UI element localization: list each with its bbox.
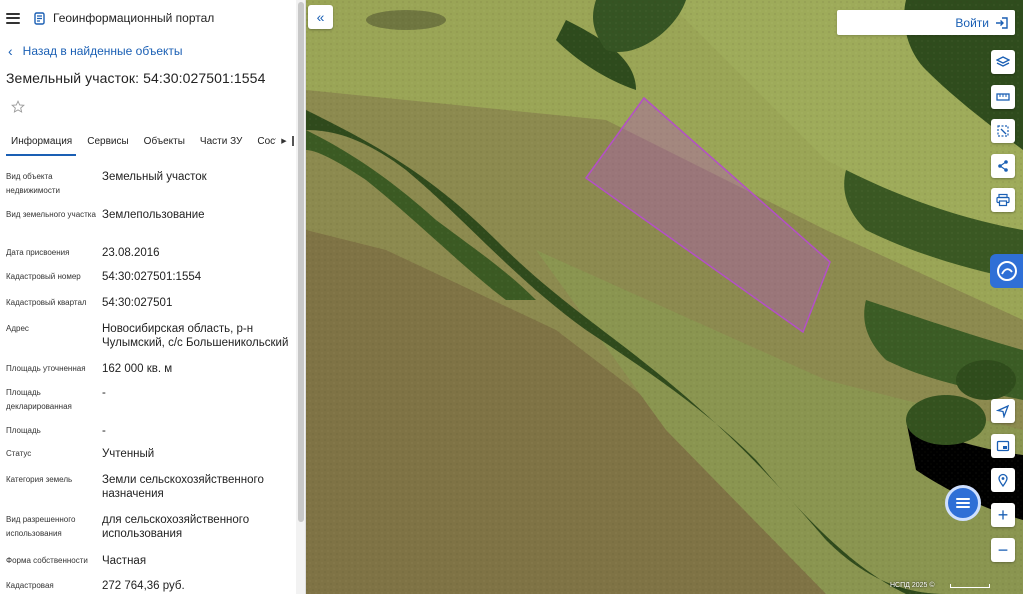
property-label: Вид земельного участка — [6, 210, 96, 219]
map-pin-icon — [998, 473, 1008, 487]
property-label: Вид разрешенного использования — [6, 515, 76, 538]
area-select-icon — [997, 125, 1009, 137]
layers-icon — [996, 56, 1010, 67]
zoom-in-button[interactable]: + — [991, 503, 1015, 527]
property-label: Форма собственности — [6, 556, 88, 565]
back-to-results-link[interactable]: ‹ Назад в найденные объекты — [8, 44, 183, 58]
map-scale-bar — [950, 584, 990, 588]
property-value: для сельскохозяйственного использования — [102, 514, 250, 540]
chat-assistant-button[interactable] — [945, 485, 981, 521]
tab-objects[interactable]: Объекты — [144, 132, 185, 156]
map-copyright: НСПД 2025 © — [890, 582, 935, 589]
top-bar: Геоинформационный портал — [0, 0, 305, 36]
minus-icon: − — [997, 539, 1009, 560]
support-chat-tab[interactable] — [990, 254, 1023, 288]
property-value: Земли сельскохозяйственного назначения — [102, 474, 264, 500]
satellite-map[interactable]: НСПД 2025 © — [306, 0, 1023, 594]
menu-icon[interactable] — [6, 12, 20, 24]
property-value: - — [102, 387, 106, 399]
property-value: - — [102, 425, 106, 437]
ruler-icon — [996, 93, 1010, 101]
property-label: Статус — [6, 449, 32, 458]
portal-title: Геоинформационный портал — [53, 11, 215, 25]
share-button[interactable] — [991, 154, 1015, 178]
measure-button[interactable] — [991, 85, 1015, 109]
back-link-label: Назад в найденные объекты — [22, 44, 183, 58]
chat-bubble-icon — [996, 261, 1017, 281]
property-label: Вид объекта недвижимости — [6, 172, 60, 195]
layers-button[interactable] — [991, 50, 1015, 74]
tab-scroll-divider — [292, 136, 294, 146]
property-value: Земельный участок — [102, 171, 207, 183]
tab-information[interactable]: Информация — [5, 132, 77, 156]
collapse-panel-button[interactable]: « — [308, 5, 333, 29]
map-imagery — [306, 0, 1023, 594]
geolocate-button[interactable] — [991, 399, 1015, 423]
print-button[interactable] — [991, 188, 1015, 212]
favorite-star-icon[interactable] — [11, 100, 25, 114]
pin-location-button[interactable] — [991, 468, 1015, 492]
plus-icon: + — [997, 504, 1009, 525]
property-label: Дата присвоения — [6, 248, 70, 257]
property-label: Площадь уточненная — [6, 364, 86, 373]
property-label: Кадастровый квартал — [6, 298, 87, 307]
tab-services[interactable]: Сервисы — [87, 132, 128, 156]
property-value: 54:30:027501:1554 — [102, 271, 202, 283]
object-title: Земельный участок: 54:30:027501:1554 — [6, 70, 266, 86]
login-icon — [996, 16, 1008, 29]
property-value: 162 000 кв. м — [102, 363, 173, 375]
property-label: Кадастровый номер — [6, 272, 81, 281]
navigation-arrow-icon — [996, 404, 1010, 418]
property-label: Кадастровая — [6, 581, 54, 590]
property-value: Частная — [102, 555, 147, 567]
printer-icon — [996, 193, 1010, 207]
tab-scroll-right-icon[interactable]: ▶ — [276, 133, 292, 149]
property-label: Площадь декларированная — [6, 388, 72, 411]
property-value: Землепользование — [102, 209, 205, 221]
property-label: Площадь — [6, 426, 41, 435]
chat-lines-icon — [956, 496, 970, 510]
property-value: 23.08.2016 — [102, 247, 160, 259]
share-icon — [998, 160, 1008, 172]
minimap-icon — [996, 440, 1010, 452]
property-label: Категория земель — [6, 475, 73, 484]
panel-scrollbar-thumb[interactable] — [298, 2, 304, 522]
login-button[interactable]: Войти — [837, 10, 1015, 35]
tab-bar: Информация Сервисы Объекты Части ЗУ Сост… — [0, 132, 296, 156]
property-label: Адрес — [6, 324, 29, 333]
login-label: Войти — [955, 15, 989, 30]
property-value: 54:30:027501 — [102, 297, 173, 309]
tab-parcel-parts[interactable]: Части ЗУ — [200, 132, 242, 156]
property-value: Новосибирская область, р-н Чулымский, с/… — [102, 323, 289, 349]
property-value: Учтенный — [102, 448, 155, 460]
zoom-out-button[interactable]: − — [991, 538, 1015, 562]
property-value: 272 764,36 руб. — [102, 580, 185, 592]
chevron-left-icon: ‹ — [8, 43, 13, 59]
portal-logo-icon — [34, 11, 45, 25]
minimap-button[interactable] — [991, 434, 1015, 458]
area-select-button[interactable] — [991, 119, 1015, 143]
info-panel: Геоинформационный портал ‹ Назад в найде… — [0, 0, 306, 594]
